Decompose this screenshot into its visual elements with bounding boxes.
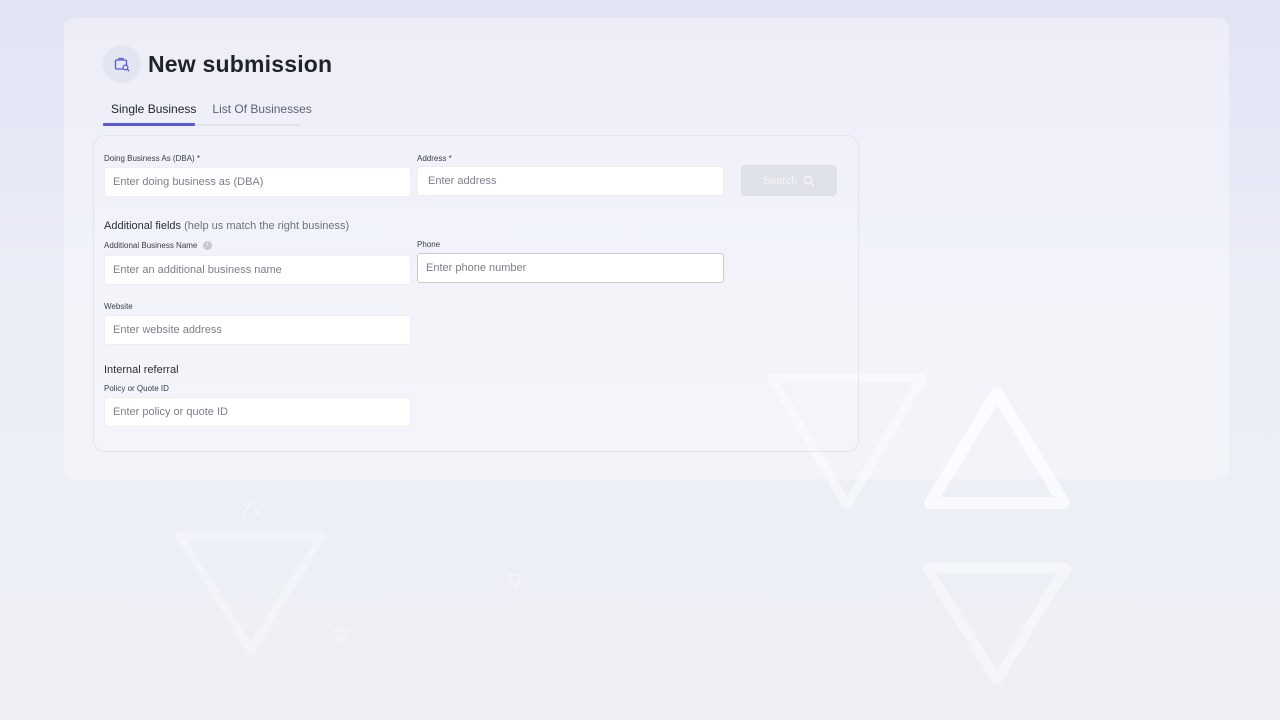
business-search-form: Doing Business As (DBA) * Address * Sear… <box>93 135 859 452</box>
briefcase-search-icon <box>103 45 141 83</box>
tab-list-of-businesses[interactable]: List Of Businesses <box>204 100 319 126</box>
address-label: Address * <box>417 154 452 163</box>
additional-business-name-label: Additional Business Name i <box>104 241 212 251</box>
info-icon[interactable]: i <box>202 241 212 251</box>
additional-fields-hint: (help us match the right business) <box>184 220 350 232</box>
page-header: New submission <box>103 45 332 83</box>
dba-label: Doing Business As (DBA) * <box>104 154 201 163</box>
search-button[interactable]: Search <box>741 165 837 196</box>
tab-single-business[interactable]: Single Business <box>103 100 204 126</box>
additional-business-name-label-text: Additional Business Name <box>104 241 198 250</box>
dba-input[interactable] <box>104 167 411 197</box>
internal-referral-heading: Internal referral <box>104 364 179 376</box>
additional-fields-title: Additional fields <box>104 220 182 232</box>
additional-business-name-input[interactable] <box>104 255 411 285</box>
policy-label: Policy or Quote ID <box>104 384 169 393</box>
policy-input[interactable] <box>104 397 411 427</box>
search-button-label: Search <box>762 174 798 187</box>
additional-fields-heading: Additional fields (help us match the rig… <box>104 220 349 232</box>
address-input[interactable] <box>417 166 724 196</box>
phone-input[interactable] <box>417 253 724 283</box>
tab-bar: Single Business List Of Businesses <box>103 100 320 126</box>
page-title: New submission <box>148 50 333 77</box>
search-icon <box>804 175 815 187</box>
submission-panel: New submission Single Business List Of B… <box>64 18 1229 479</box>
website-label: Website <box>104 302 133 311</box>
website-input[interactable] <box>104 315 411 345</box>
phone-label: Phone <box>417 240 441 249</box>
